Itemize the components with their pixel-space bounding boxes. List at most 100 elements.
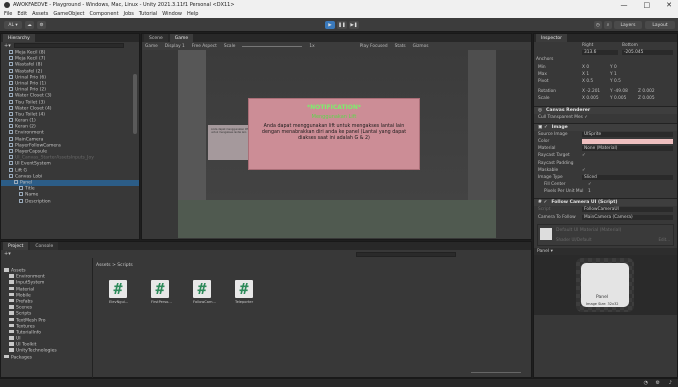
layers-dropdown[interactable]: Layers [614, 21, 642, 29]
minimize-button[interactable]: — [621, 1, 628, 9]
bell-icon[interactable]: ♪ [669, 380, 672, 386]
scale-slider[interactable] [242, 45, 303, 47]
hierarchy-item-label: MainCamera [15, 137, 44, 143]
script-asset[interactable]: # FirstPerso... [151, 280, 175, 304]
account-button[interactable]: AL ▾ [4, 21, 22, 29]
anchor-min-y[interactable]: Y 0 [610, 65, 617, 70]
play-focused-dropdown[interactable]: Play Focused [360, 44, 388, 49]
debug-icon[interactable]: ⚙ [656, 380, 660, 386]
project-search-input[interactable] [355, 251, 456, 257]
layout-dropdown[interactable]: Layout [645, 21, 675, 29]
follow-camera-header[interactable]: # ✓ Follow Camera UI (Script) [534, 198, 677, 207]
rotation-z[interactable]: Z 0.002 [638, 89, 655, 94]
tab-inspector[interactable]: Inspector [536, 34, 567, 42]
hierarchy-item-label: Keran (1) [15, 118, 36, 124]
fill-center-checkbox[interactable]: ✓ [588, 182, 592, 187]
menu-jobs[interactable]: Jobs [124, 11, 134, 17]
maximize-button[interactable]: □ [644, 1, 651, 9]
pivot-x[interactable]: X 0.5 [582, 79, 610, 84]
step-button[interactable]: ▶❚ [349, 21, 359, 29]
add-icon[interactable]: +▾ [4, 43, 11, 49]
hierarchy-item-label: Meja Kecil (7) [15, 56, 46, 62]
preview-area: Panel Image Size: 32x32 [534, 254, 677, 315]
hierarchy-item[interactable]: Description [1, 198, 139, 205]
stats-button[interactable]: Stats [395, 44, 406, 49]
progress-icon[interactable]: ◔ [644, 380, 648, 386]
image-type-dropdown[interactable]: Sliced [582, 174, 673, 180]
menu-file[interactable]: File [4, 11, 12, 17]
csharp-script-icon: # [109, 280, 127, 298]
script-asset[interactable]: # Teleporter [235, 280, 259, 304]
collab-icon[interactable]: ⚙ [37, 21, 46, 29]
rotation-y[interactable]: Y -49.08 [610, 89, 638, 94]
csharp-script-icon: # [193, 280, 211, 298]
anchor-min-x[interactable]: X 0 [582, 65, 610, 70]
script-asset[interactable]: # FollowCam... [193, 280, 217, 304]
tab-game[interactable]: Game [169, 34, 194, 42]
folder-icon [4, 354, 9, 359]
raycast-padding-foldout[interactable]: Raycast Padding [538, 161, 582, 166]
bottom-field[interactable]: -205.045 [622, 50, 673, 56]
scale-x[interactable]: X 0.005 [582, 96, 610, 101]
tab-console[interactable]: Console [30, 242, 59, 250]
game-mode-dropdown[interactable]: Game [145, 44, 158, 49]
pivot-y[interactable]: Y 0.5 [610, 79, 621, 84]
shader-edit-button[interactable]: Edit... [658, 237, 670, 242]
scale-z[interactable]: Z 0.005 [638, 96, 655, 101]
history-icon[interactable]: ◷ [594, 21, 602, 29]
folder-icon [9, 342, 14, 346]
folder-icon [9, 292, 14, 297]
gizmos-button[interactable]: Gizmos [413, 44, 429, 49]
material-field[interactable]: None (Material) [582, 146, 673, 152]
gameobject-icon [9, 87, 13, 92]
folder-item[interactable]: Packages [1, 354, 92, 361]
pause-button[interactable]: ❚❚ [337, 21, 347, 29]
hierarchy-scrollbar[interactable] [133, 74, 137, 134]
image-component-header[interactable]: ▣ ✓ Image [534, 122, 677, 131]
anchors-foldout[interactable]: Anchors [536, 57, 553, 62]
tab-project[interactable]: Project [3, 242, 29, 250]
side-panel-text: Anda dapat menggunakan lift untuk mengak… [211, 128, 249, 134]
play-button[interactable]: ▶ [325, 21, 335, 29]
menu-help[interactable]: Help [187, 11, 198, 17]
source-image-field[interactable]: UISprite [582, 131, 673, 137]
ppu-field[interactable]: 1 [588, 189, 591, 194]
rotation-x[interactable]: X -2.201 [582, 89, 610, 94]
menu-window[interactable]: Window [162, 11, 182, 17]
project-breadcrumb[interactable]: Assets > Scripts [96, 263, 133, 268]
hierarchy-item-label: Lift G [15, 168, 27, 174]
scale-y[interactable]: Y 0.005 [610, 96, 638, 101]
aspect-dropdown[interactable]: Free Aspect [192, 44, 217, 49]
maskable-label: Maskable [538, 167, 559, 173]
menu-gameobject[interactable]: GameObject [53, 11, 84, 17]
search-icon[interactable]: ⌕ [604, 21, 612, 29]
tab-hierarchy[interactable]: Hierarchy [3, 34, 35, 42]
menu-component[interactable]: Component [90, 11, 119, 17]
menu-edit[interactable]: Edit [17, 11, 27, 17]
bottom-label: Bottom [622, 43, 638, 49]
anchor-max-y[interactable]: Y 1 [610, 72, 617, 77]
close-button[interactable]: ✕ [666, 1, 672, 9]
hierarchy-search-input[interactable] [13, 43, 124, 48]
camera-to-follow-label: Camera To Follow [538, 214, 576, 220]
create-asset-icon[interactable]: +▾ [4, 251, 11, 257]
gameobject-icon [9, 173, 13, 178]
preview-header[interactable]: Panel ▾ [534, 247, 677, 255]
cloud-icon[interactable]: ☁ [25, 21, 34, 29]
icon-size-slider[interactable] [471, 372, 521, 373]
right-field[interactable]: 313.6 [582, 50, 618, 56]
canvas-renderer-header[interactable]: ◎ Canvas Renderer [534, 105, 677, 114]
tab-scene[interactable]: Scene [144, 34, 168, 42]
maskable-checkbox[interactable]: ✓ [582, 168, 586, 173]
color-field[interactable] [582, 138, 673, 144]
menu-tutorial[interactable]: Tutorial [139, 11, 157, 17]
script-asset[interactable]: # ElevNgui... [109, 280, 133, 304]
menu-assets[interactable]: Assets [32, 11, 48, 17]
game-render[interactable]: Anda dapat menggunakan lift untuk mengak… [178, 50, 496, 238]
camera-to-follow-field[interactable]: MainCamera (Camera) [582, 214, 673, 220]
cull-transparent-checkbox[interactable]: Cull Transparent Mes ✓ [538, 115, 588, 120]
anchor-max-x[interactable]: X 1 [582, 72, 610, 77]
folder-label: Packages [11, 355, 32, 361]
display-dropdown[interactable]: Display 1 [165, 44, 185, 49]
raycast-target-checkbox[interactable]: ✓ [582, 153, 586, 158]
